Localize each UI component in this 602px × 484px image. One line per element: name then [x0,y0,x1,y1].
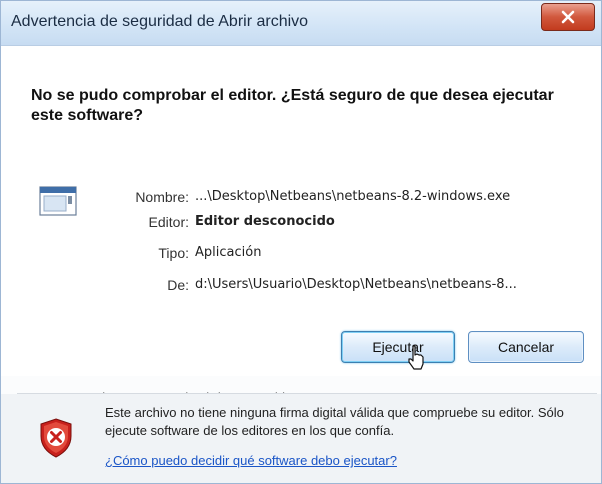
detail-label: Nombre: [135,189,189,205]
run-button[interactable]: Ejecutar [341,331,455,363]
title-bar[interactable]: Advertencia de seguridad de Abrir archiv… [1,1,601,46]
close-button[interactable] [541,3,595,31]
detail-value-type: Aplicación [195,245,262,260]
unsigned-warning-text: Este archivo no tiene ninguna firma digi… [105,405,564,438]
detail-row-name: Nombre: ...\Desktop\Netbeans\netbeans-8.… [1,186,601,208]
window-title: Advertencia de seguridad de Abrir archiv… [11,13,309,30]
detail-value-filename: ...\Desktop\Netbeans\netbeans-8.2-window… [195,189,511,204]
dialog-content: No se pudo comprobar el editor. ¿Está se… [1,46,601,406]
security-warning-dialog: Advertencia de seguridad de Abrir archiv… [0,0,602,484]
detail-label: Editor: [148,214,189,230]
security-question: No se pudo comprobar el editor. ¿Está se… [31,87,554,124]
detail-label: De: [167,277,189,293]
detail-value-editor: Editor desconocido [195,214,335,229]
detail-row-editor: Editor: Editor desconocido [1,211,601,233]
detail-row-type: Tipo: Aplicación [1,242,601,264]
detail-row-from: De: d:\Users\Usuario\Desktop\Netbeans\ne… [1,274,601,296]
shield-warning-icon [40,418,72,458]
warning-footer: Este archivo no tiene ninguna firma digi… [1,394,601,483]
close-icon [561,10,575,24]
detail-value-from: d:\Users\Usuario\Desktop\Netbeans\netbea… [195,277,517,292]
mouse-pointer-icon [408,345,424,370]
detail-label: Tipo: [158,245,189,261]
help-link[interactable]: ¿Cómo puedo decidir qué software debo ej… [105,452,397,470]
cancel-button[interactable]: Cancelar [468,331,584,363]
